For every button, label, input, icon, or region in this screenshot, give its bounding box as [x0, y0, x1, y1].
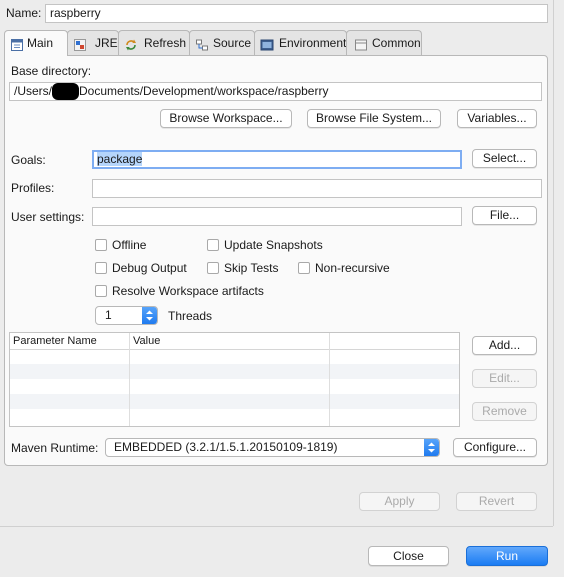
- table-row: [10, 364, 459, 379]
- footer-divider: [0, 526, 553, 527]
- environment-icon: [260, 36, 274, 51]
- skip-tests-label: Skip Tests: [224, 261, 279, 275]
- non-recursive-checkbox[interactable]: [298, 262, 310, 274]
- debug-output-label: Debug Output: [112, 261, 187, 275]
- offline-label: Offline: [112, 238, 147, 252]
- resolve-workspace-label: Resolve Workspace artifacts: [112, 284, 264, 298]
- close-button[interactable]: Close: [368, 546, 449, 566]
- threads-value: 1: [105, 308, 112, 322]
- run-button[interactable]: Run: [466, 546, 548, 566]
- threads-label: Threads: [168, 309, 213, 323]
- profiles-label: Profiles:: [11, 181, 55, 195]
- offline-checkbox[interactable]: [95, 239, 107, 251]
- chevron-updown-icon[interactable]: [424, 439, 439, 456]
- column-divider: [129, 349, 130, 426]
- column-divider: [329, 349, 330, 426]
- main-tab-icon: [10, 36, 24, 51]
- name-label: Name:: [6, 6, 42, 20]
- update-snapshots-checkbox[interactable]: [207, 239, 219, 251]
- tab-main-label: Main: [27, 36, 54, 50]
- right-edge-divider: [553, 0, 554, 526]
- profiles-input[interactable]: [92, 179, 542, 198]
- user-settings-file-button[interactable]: File...: [472, 206, 537, 225]
- threads-stepper[interactable]: 1: [95, 306, 158, 325]
- base-directory-prefix: /Users/: [14, 84, 53, 98]
- table-row: [10, 394, 459, 409]
- column-value[interactable]: Value: [130, 333, 160, 349]
- tab-environment[interactable]: Environment: [254, 30, 347, 55]
- tab-common-label: Common: [372, 36, 421, 50]
- tab-jre[interactable]: JRE: [67, 30, 119, 55]
- edit-parameter-button[interactable]: Edit...: [472, 369, 537, 388]
- tab-common[interactable]: Common: [346, 30, 422, 55]
- column-parameter-name[interactable]: Parameter Name: [10, 333, 97, 349]
- threads-stepper-arrows-icon[interactable]: [142, 307, 157, 324]
- jre-icon: [73, 36, 87, 51]
- tab-jre-label: JRE: [95, 36, 118, 50]
- table-row: [10, 409, 459, 424]
- tab-refresh-label: Refresh: [144, 36, 187, 50]
- tab-source-label: Source: [213, 36, 252, 50]
- add-parameter-button[interactable]: Add...: [472, 336, 537, 355]
- user-settings-input[interactable]: [92, 207, 462, 226]
- common-icon: [354, 36, 368, 51]
- tab-environment-label: Environment: [279, 36, 347, 50]
- base-directory-input[interactable]: /Users/Documents/Development/workspace/r…: [9, 82, 542, 101]
- tab-main[interactable]: Main: [4, 30, 68, 56]
- goals-value: package: [97, 152, 143, 166]
- goals-input[interactable]: package: [92, 150, 462, 169]
- table-row: [10, 379, 459, 394]
- goals-label: Goals:: [11, 153, 46, 167]
- header-divider: [329, 333, 330, 349]
- variables-button[interactable]: Variables...: [457, 109, 537, 128]
- update-snapshots-label: Update Snapshots: [224, 238, 323, 252]
- parameters-table[interactable]: Parameter Name Value: [9, 332, 460, 427]
- base-directory-label: Base directory:: [11, 64, 92, 78]
- revert-button[interactable]: Revert: [456, 492, 537, 511]
- remove-parameter-button[interactable]: Remove: [472, 402, 537, 421]
- redacted-username: [52, 83, 80, 100]
- name-input[interactable]: raspberry: [45, 4, 548, 23]
- non-recursive-label: Non-recursive: [315, 261, 390, 275]
- tab-source[interactable]: Source: [189, 30, 255, 55]
- resolve-workspace-checkbox[interactable]: [95, 285, 107, 297]
- debug-output-checkbox[interactable]: [95, 262, 107, 274]
- table-row: [10, 349, 459, 364]
- browse-workspace-button[interactable]: Browse Workspace...: [160, 109, 292, 128]
- user-settings-label: User settings:: [11, 210, 85, 224]
- apply-button[interactable]: Apply: [359, 492, 440, 511]
- configure-runtime-button[interactable]: Configure...: [453, 438, 537, 457]
- source-icon: [195, 36, 209, 51]
- base-directory-suffix: Documents/Development/workspace/raspberr…: [79, 84, 329, 98]
- refresh-icon: [124, 36, 138, 51]
- maven-runtime-value: EMBEDDED (3.2.1/1.5.1.20150109-1819): [114, 440, 338, 454]
- skip-tests-checkbox[interactable]: [207, 262, 219, 274]
- parameters-table-header: Parameter Name Value: [10, 333, 459, 350]
- goals-select-button[interactable]: Select...: [472, 149, 537, 168]
- tab-refresh[interactable]: Refresh: [118, 30, 190, 55]
- maven-runtime-select[interactable]: EMBEDDED (3.2.1/1.5.1.20150109-1819): [105, 438, 440, 457]
- browse-file-system-button[interactable]: Browse File System...: [307, 109, 441, 128]
- maven-runtime-label: Maven Runtime:: [11, 441, 99, 455]
